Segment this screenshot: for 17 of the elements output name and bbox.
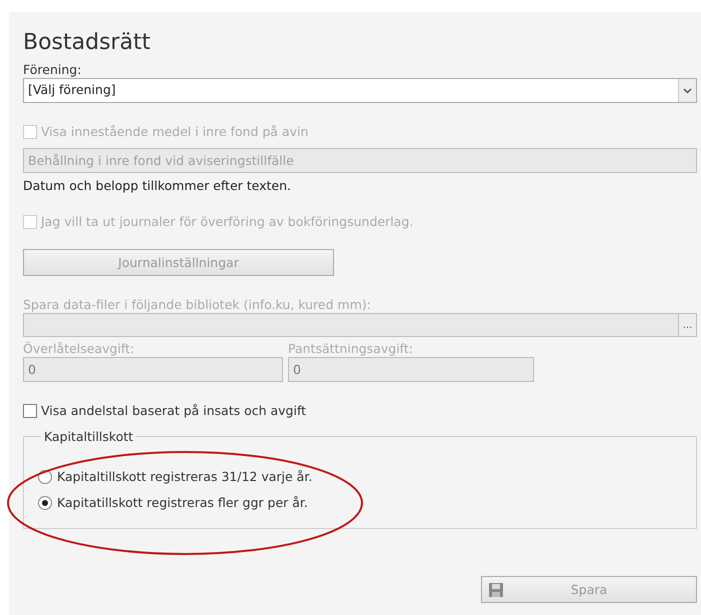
checkbox[interactable] <box>23 404 37 418</box>
field-label: Spara data-filer i följande bibliotek (info.ku, kured mm): <box>23 296 372 313</box>
note-text: Datum och belopp tillkommer efter texten. <box>23 177 292 194</box>
checkbox-label: Jag vill ta ut journaler för överföring av bokföringsunderlag. <box>41 213 414 230</box>
radio-label: Kapitatillskott registreras fler ggr per år. <box>57 494 308 511</box>
radio-label: Kapitaltillskott registreras 31/12 varje år. <box>57 468 312 485</box>
radio-button[interactable] <box>38 496 52 510</box>
page-title: Bostadsrätt <box>23 30 152 56</box>
checkbox-label: Visa andelstal baserat på insats och avgift <box>41 402 306 419</box>
field-label: Pantsättningsavgift: <box>288 340 414 357</box>
checkbox-label: Visa innestående medel i inre fond på avin <box>41 123 308 140</box>
caret-icon <box>678 79 696 102</box>
association-select[interactable]: [Välj förening] <box>23 78 697 103</box>
group-legend: Kapitaltillskott <box>41 429 136 444</box>
field-label: Överlåtelseavgift: <box>23 340 136 357</box>
field-label: Förening: <box>23 61 82 78</box>
select-value: [Välj förening] <box>27 81 117 99</box>
